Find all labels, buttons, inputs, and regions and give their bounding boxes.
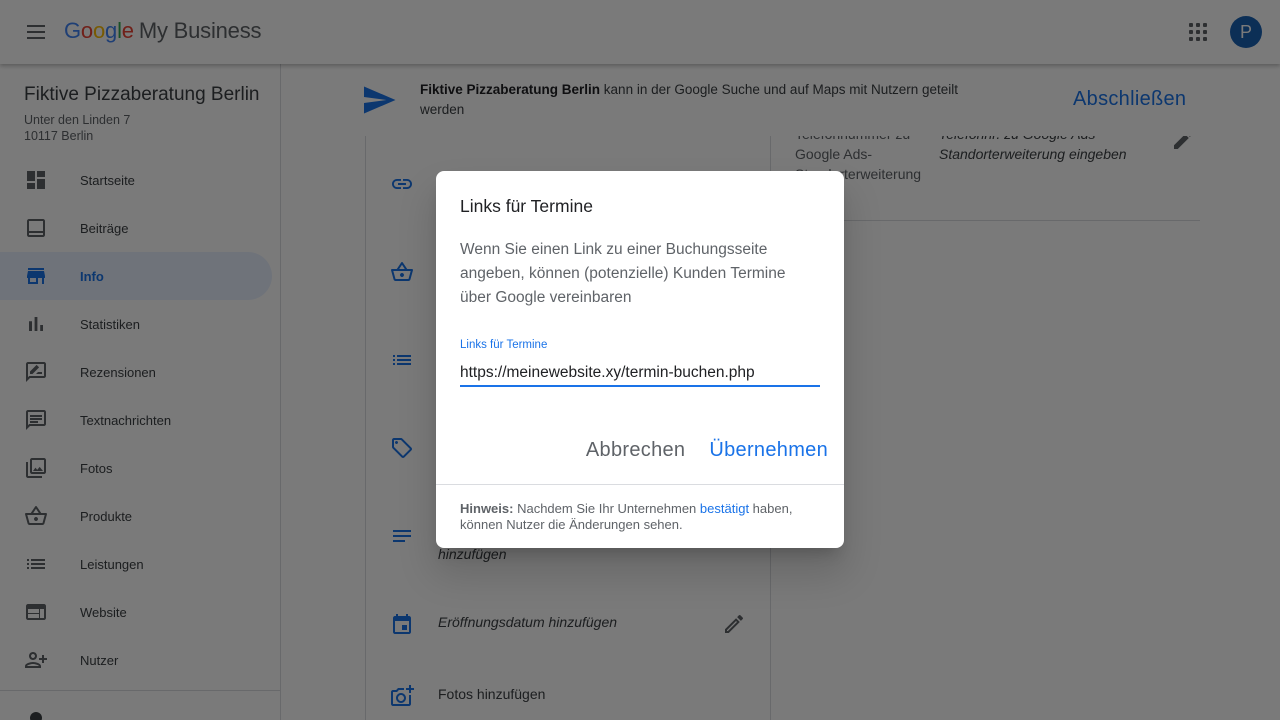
appointment-links-dialog: Links für Termine Wenn Sie einen Link zu… xyxy=(436,171,844,548)
dialog-title: Links für Termine xyxy=(460,196,593,216)
apply-button[interactable]: Übernehmen xyxy=(709,439,828,462)
dialog-note: Hinweis: Nachdem Sie Ihr Unternehmen bes… xyxy=(460,501,830,533)
note-label: Hinweis: xyxy=(460,501,514,516)
note-text: Nachdem Sie Ihr Unternehmen xyxy=(513,501,700,516)
verified-link[interactable]: bestätigt xyxy=(700,501,749,516)
dialog-description: Wenn Sie einen Link zu einer Buchungssei… xyxy=(460,241,786,306)
appointment-link-input[interactable] xyxy=(460,361,820,387)
dialog-actions: Abbrechen Übernehmen xyxy=(586,439,828,462)
cancel-button[interactable]: Abbrechen xyxy=(586,439,685,462)
appointment-link-label: Links für Termine xyxy=(460,339,548,351)
dialog-divider xyxy=(436,484,844,485)
